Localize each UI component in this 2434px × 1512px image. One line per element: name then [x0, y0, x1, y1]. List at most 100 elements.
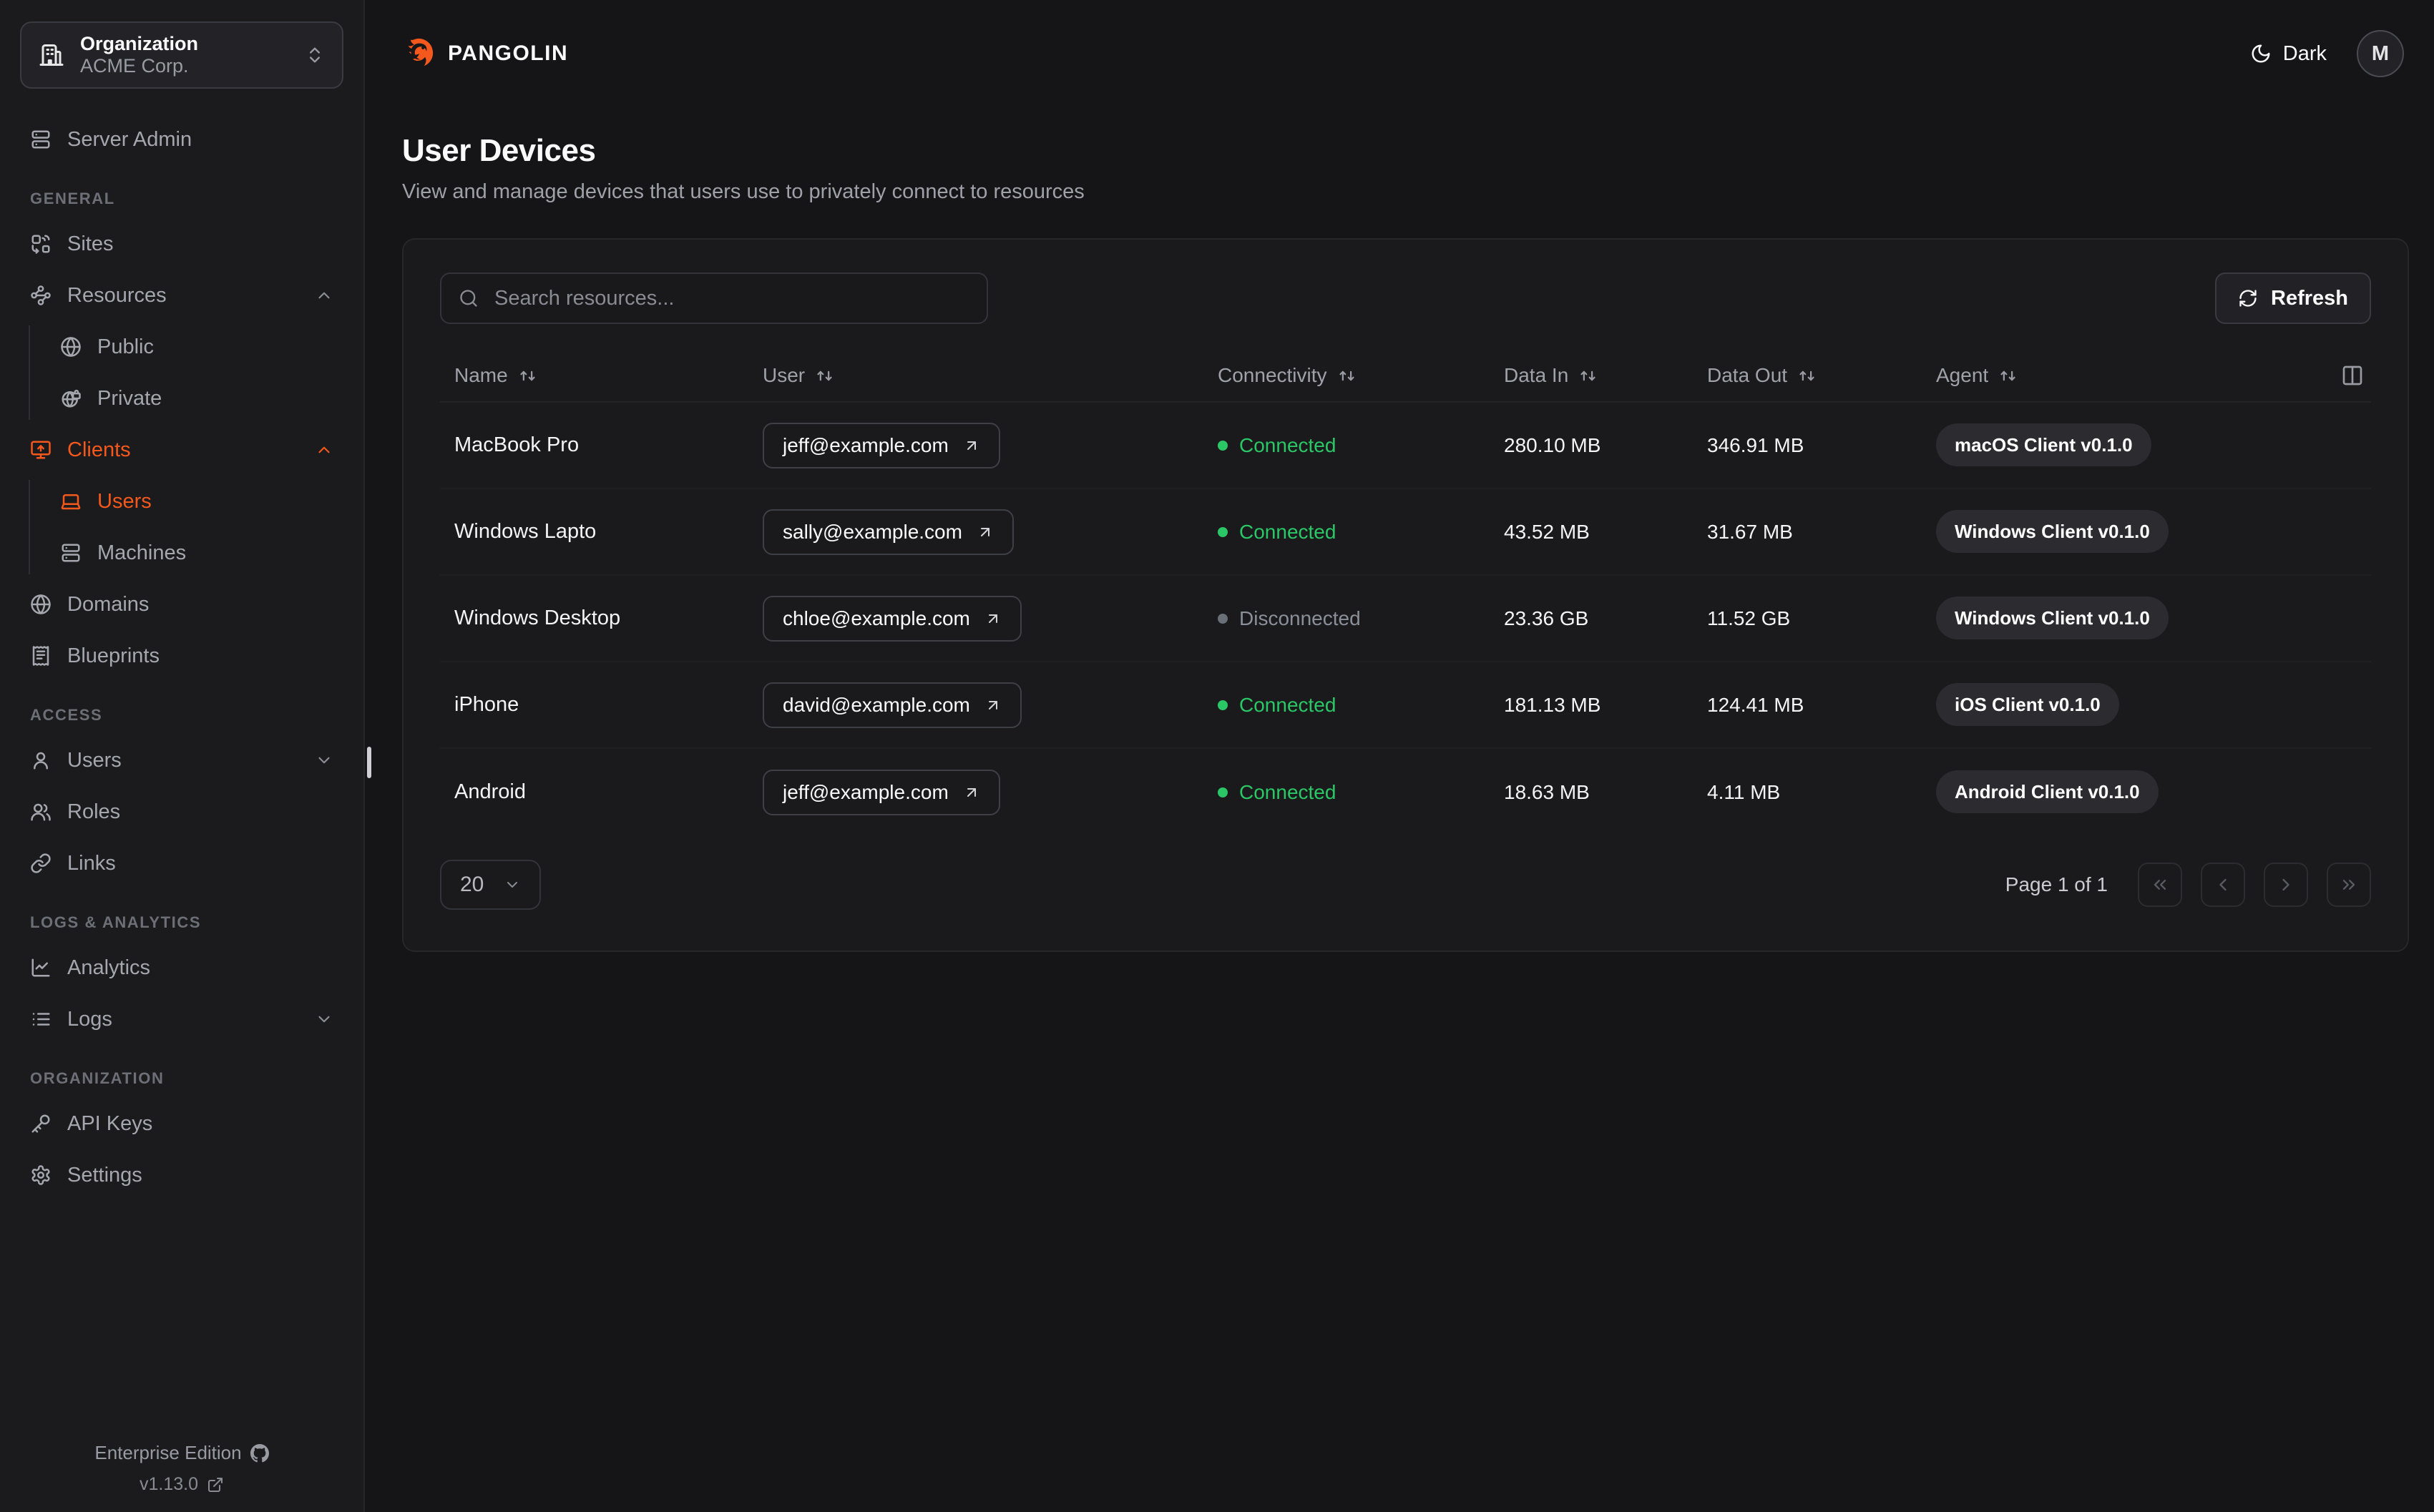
data-out-value: 31.67 MB	[1707, 520, 1793, 543]
sort-icon	[817, 370, 832, 381]
search-input[interactable]	[493, 285, 969, 311]
user-link-button[interactable]: chloe@example.com	[763, 595, 1022, 642]
sidebar-item-machines[interactable]: Machines	[50, 527, 343, 579]
device-name: Windows Desktop	[454, 607, 621, 629]
user-link-button[interactable]: david@example.com	[763, 682, 1022, 728]
receipt-icon	[32, 646, 49, 666]
sidebar-item-analytics[interactable]: Analytics	[20, 942, 343, 993]
org-selector-label: Organization	[80, 32, 199, 54]
sidebar-item-label: Private	[97, 386, 162, 410]
sidebar-item-sites[interactable]: Sites	[20, 218, 343, 270]
main-area: PANGOLIN Dark M User Devices View and ma…	[366, 0, 2434, 1512]
connectivity-status: Connected	[1218, 781, 1504, 804]
column-header-user[interactable]: User	[763, 364, 1218, 387]
sidebar-item-label: Server Admin	[67, 127, 192, 151]
sidebar-item-label: Links	[67, 851, 116, 875]
sidebar-item-settings[interactable]: Settings	[20, 1149, 343, 1201]
data-in-value: 18.63 MB	[1504, 780, 1590, 803]
sort-icon	[2000, 370, 2015, 381]
columns-icon	[2342, 365, 2362, 386]
sidebar-item-clients[interactable]: Clients	[20, 424, 343, 476]
org-selector[interactable]: Organization ACME Corp.	[20, 21, 343, 89]
key-icon	[31, 1114, 50, 1133]
edition-label: Enterprise Edition	[94, 1442, 242, 1463]
sidebar-item-private[interactable]: Private	[50, 373, 343, 424]
status-dot	[1218, 613, 1228, 624]
sidebar-item-clients-users[interactable]: Users	[50, 476, 343, 527]
card-toolbar: Refresh	[404, 240, 2408, 324]
refresh-icon	[2239, 290, 2257, 307]
waypoints-icon	[31, 285, 51, 305]
column-header-agent[interactable]: Agent	[1936, 364, 2371, 387]
sidebar-nav: Server Admin GENERAL Sites Resources Pub…	[20, 114, 343, 1201]
brand-name: PANGOLIN	[448, 41, 569, 65]
pager-next-icon	[2282, 878, 2289, 891]
arrow-up-right-icon	[967, 441, 976, 450]
agent-badge: Windows Client v0.1.0	[1936, 597, 2169, 639]
sidebar: Organization ACME Corp. Server Admin GEN…	[0, 0, 365, 1512]
sidebar-item-label: Users	[67, 748, 122, 772]
edition-link[interactable]: Enterprise Edition	[94, 1442, 269, 1464]
avatar[interactable]: M	[2357, 30, 2404, 77]
sidebar-item-domains[interactable]: Domains	[20, 579, 343, 630]
device-name: iPhone	[454, 693, 519, 716]
status-dot	[1218, 787, 1228, 797]
arrow-up-right-icon	[980, 527, 989, 536]
chevron-up-icon	[318, 292, 330, 299]
sort-icon	[520, 370, 535, 381]
section-label-general: GENERAL	[30, 190, 115, 207]
arrow-up-right-icon	[988, 700, 997, 710]
chevron-down-icon	[507, 882, 517, 888]
github-icon	[250, 1443, 269, 1462]
connectivity-status: Connected	[1218, 694, 1504, 717]
column-header-name[interactable]: Name	[440, 364, 763, 387]
sort-icon	[1339, 370, 1354, 381]
sidebar-item-public[interactable]: Public	[50, 321, 343, 373]
pager-last-button[interactable]	[2327, 863, 2371, 907]
device-name: Windows Lapto	[454, 520, 597, 543]
sidebar-item-blueprints[interactable]: Blueprints	[20, 630, 343, 682]
monitor-up-icon	[31, 441, 51, 459]
user-link-button[interactable]: jeff@example.com	[763, 769, 1000, 815]
refresh-button[interactable]: Refresh	[2215, 273, 2371, 324]
pager-first-button[interactable]	[2138, 863, 2182, 907]
devices-card: Refresh Name User Connectivity Data In	[402, 238, 2409, 952]
version-link[interactable]: v1.13.0	[140, 1474, 224, 1495]
building-icon	[39, 44, 64, 66]
column-header-connectivity[interactable]: Connectivity	[1218, 364, 1504, 387]
section-label-organization: ORGANIZATION	[30, 1069, 165, 1087]
sidebar-item-label: Roles	[67, 800, 121, 823]
sidebar-item-links[interactable]: Links	[20, 838, 343, 889]
sidebar-item-label: API Keys	[67, 1111, 153, 1135]
status-dot	[1218, 699, 1228, 710]
table-row: MacBook Pro jeff@example.com Connected 2…	[440, 403, 2371, 489]
sidebar-item-server-admin[interactable]: Server Admin	[20, 114, 343, 165]
user-link-button[interactable]: jeff@example.com	[763, 422, 1000, 468]
page-size-select[interactable]: 20	[440, 860, 541, 910]
page-subtitle: View and manage devices that users use t…	[402, 180, 1085, 203]
globe-icon	[61, 337, 81, 357]
user-link-button[interactable]: sally@example.com	[763, 509, 1014, 555]
org-selector-value: ACME Corp.	[80, 55, 189, 77]
sidebar-item-users[interactable]: Users	[20, 735, 343, 786]
brand[interactable]: PANGOLIN	[402, 37, 568, 70]
column-header-data-in[interactable]: Data In	[1504, 364, 1707, 387]
pager-prev-button[interactable]	[2201, 863, 2245, 907]
pager-next-button[interactable]	[2264, 863, 2308, 907]
link-icon	[31, 853, 51, 873]
page-title: User Devices	[402, 133, 596, 168]
agent-badge: Windows Client v0.1.0	[1936, 510, 2169, 553]
sidebar-item-logs[interactable]: Logs	[20, 993, 343, 1045]
clients-subgroup: Users Machines	[20, 476, 343, 579]
chevrons-up-down-icon	[310, 47, 320, 63]
sidebar-item-api-keys[interactable]: API Keys	[20, 1098, 343, 1149]
data-out-value: 346.91 MB	[1707, 433, 1804, 456]
columns-toggle-button[interactable]	[2341, 364, 2364, 387]
theme-toggle[interactable]: Dark	[2246, 41, 2331, 67]
gear-icon	[31, 1165, 50, 1185]
sidebar-item-resources[interactable]: Resources	[20, 270, 343, 321]
sidebar-item-roles[interactable]: Roles	[20, 786, 343, 838]
column-header-data-out[interactable]: Data Out	[1707, 364, 1936, 387]
data-in-value: 181.13 MB	[1504, 693, 1601, 716]
sidebar-item-label: Machines	[97, 541, 187, 564]
